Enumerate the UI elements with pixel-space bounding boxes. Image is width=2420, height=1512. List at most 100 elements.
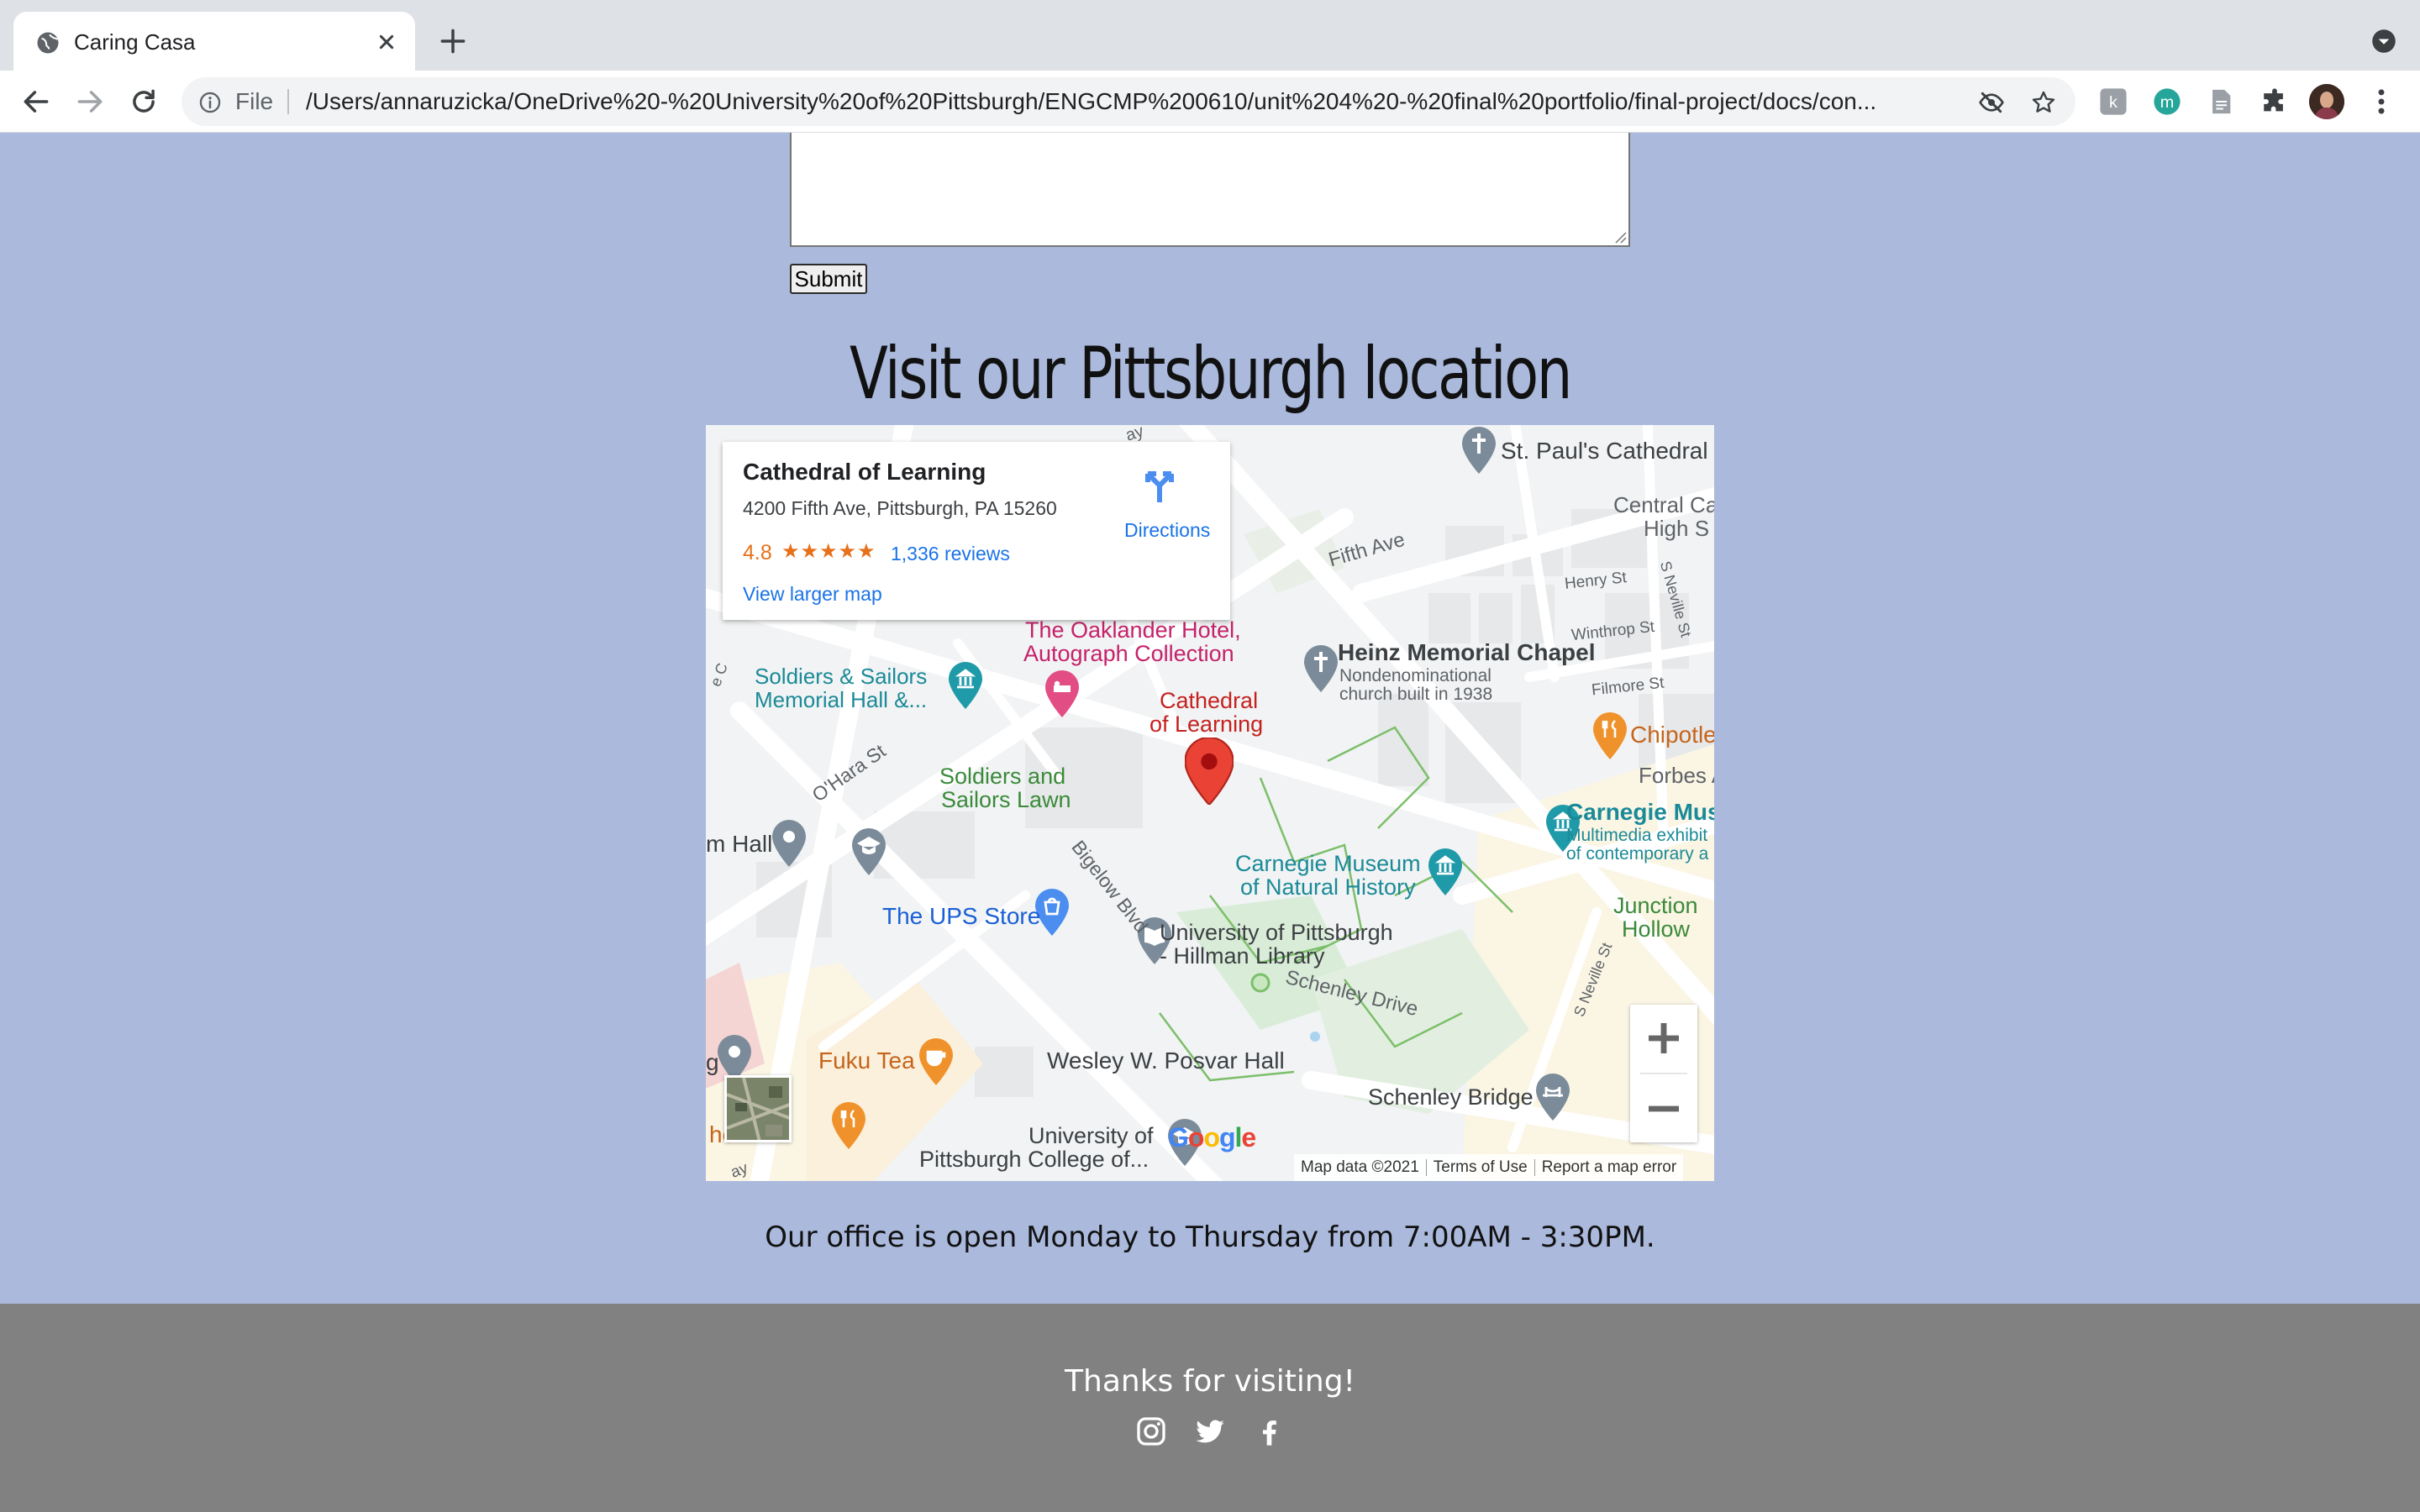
satellite-thumbnail-icon (727, 1078, 789, 1140)
tab-strip: Caring Casa (0, 0, 2420, 71)
cafe-pin-icon[interactable] (919, 1038, 953, 1085)
facebook-icon[interactable] (1252, 1415, 1286, 1448)
natural-history-pin-icon[interactable] (1428, 848, 1462, 895)
directions-link[interactable]: Directions (1124, 519, 1210, 542)
embedded-map[interactable]: St. Paul's Cathedral Central Ca High S F… (706, 425, 1714, 1181)
zoom-controls (1630, 1005, 1697, 1142)
map-label: church built in 1938 (1339, 685, 1493, 704)
bookmark-star-icon[interactable] (2030, 89, 2057, 116)
tab-search-icon[interactable] (2371, 29, 2396, 54)
globe-icon (37, 32, 59, 54)
new-tab-icon[interactable] (437, 25, 469, 57)
back-arrow-icon[interactable] (20, 86, 52, 118)
map-street-label: Forbes Av (1639, 763, 1714, 788)
google-letter: o (1187, 1122, 1205, 1152)
twitter-icon[interactable] (1193, 1415, 1227, 1448)
zoom-in-button[interactable] (1630, 1005, 1697, 1072)
address-bar[interactable]: File /Users/annaruzicka/OneDrive%20-%20U… (182, 77, 2075, 126)
zoom-divider (1640, 1073, 1687, 1074)
browser-tab[interactable]: Caring Casa (13, 12, 415, 71)
map-label: Autograph Collection (1023, 641, 1234, 666)
place-name: Cathedral of Learning (743, 459, 986, 485)
map-label: Central Ca (1613, 492, 1714, 517)
google-letter: G (1168, 1122, 1189, 1152)
map-attribution: Map data ©2021 Terms of Use Report a map e… (1294, 1154, 1684, 1181)
map-data-credit: Map data ©2021 (1301, 1158, 1419, 1176)
svg-text:k: k (2109, 93, 2118, 112)
message-textarea[interactable] (790, 133, 1630, 247)
zoom-out-button[interactable] (1630, 1075, 1697, 1142)
map-label: Heinz Memorial Chapel (1338, 639, 1596, 665)
map-label: Chipotle (1630, 722, 1714, 748)
terms-link[interactable]: Terms of Use (1427, 1158, 1534, 1176)
map-label: of Natural History (1240, 874, 1416, 900)
church-pin-icon[interactable] (1462, 427, 1496, 474)
google-letter: e (1241, 1122, 1256, 1152)
instagram-icon[interactable] (1134, 1415, 1168, 1448)
location-pin-icon[interactable] (1185, 738, 1234, 805)
map-label: Cathedral (1160, 688, 1259, 713)
report-error-link[interactable]: Report a map error (1535, 1158, 1684, 1176)
map-label: The Oaklander Hotel, (1025, 617, 1241, 643)
restaurant-pin-west-icon[interactable] (832, 1102, 865, 1149)
map-label: University of Pittsburgh (1160, 920, 1393, 945)
map-label: Hollow (1622, 916, 1691, 942)
reload-icon[interactable] (128, 86, 160, 118)
map-label: of Learning (1150, 711, 1264, 737)
map-label: Schenley Bridge (1368, 1084, 1534, 1110)
page-heading: Visit our Pittsburgh location (849, 332, 1572, 416)
forward-arrow-icon[interactable] (74, 86, 106, 118)
place-pin-icon[interactable] (772, 820, 806, 867)
google-logo: Google (1168, 1122, 1256, 1153)
extension-doc-icon[interactable] (2207, 87, 2235, 116)
place-rating: 4.8 (743, 541, 772, 564)
map-label: The UPS Store (882, 903, 1041, 929)
extension-m-icon[interactable]: m (2153, 87, 2181, 116)
info-icon[interactable] (198, 91, 222, 114)
submit-button[interactable]: Submit (790, 264, 867, 294)
school-pin-icon[interactable] (852, 828, 886, 875)
map-label: Memorial Hall &... (755, 687, 928, 712)
map-label: Fuku Tea (818, 1047, 915, 1074)
restaurant-pin-icon[interactable] (1593, 712, 1627, 759)
map-label: Carnegie Muse (1566, 799, 1714, 825)
footer-thanks: Thanks for visiting! (1065, 1364, 1355, 1399)
extensions-puzzle-icon[interactable] (2260, 87, 2289, 116)
map-label: Nondenominational (1339, 666, 1491, 685)
footer: Thanks for visiting! (0, 1304, 2420, 1512)
profile-avatar[interactable] (2309, 84, 2344, 119)
map-label: Wesley W. Posvar Hall (1047, 1047, 1285, 1074)
museum-pin-icon[interactable] (949, 662, 982, 709)
map-label: Carnegie Museum (1235, 851, 1421, 876)
bridge-pin-icon[interactable] (1536, 1074, 1570, 1121)
google-letter: o (1203, 1122, 1220, 1152)
place-info-card: Cathedral of Learning 4200 Fifth Ave, Pi… (723, 442, 1230, 620)
browser-toolbar: File /Users/annaruzicka/OneDrive%20-%20U… (0, 71, 2420, 133)
resize-grip-icon[interactable] (1612, 228, 1627, 244)
reviews-link[interactable]: 1,336 reviews (891, 543, 1010, 565)
place-address: 4200 Fifth Ave, Pittsburgh, PA 15260 (743, 497, 1057, 519)
map-label: High S (1644, 516, 1710, 541)
directions-icon[interactable] (1139, 465, 1180, 502)
view-larger-map-link[interactable]: View larger map (743, 583, 882, 606)
url-text[interactable]: /Users/annaruzicka/OneDrive%20-%20Univer… (306, 87, 1953, 116)
google-letter: g (1218, 1122, 1236, 1152)
satellite-toggle[interactable] (724, 1075, 792, 1142)
map-label: Soldiers and (939, 764, 1066, 789)
map-label: University of (1028, 1123, 1154, 1148)
map-label: g (706, 1049, 719, 1075)
map-label: Pittsburgh College of... (919, 1147, 1150, 1172)
map-label: - Hillman Library (1160, 943, 1325, 969)
chapel-pin-icon[interactable] (1304, 645, 1338, 692)
kebab-menu-icon[interactable] (2371, 86, 2391, 118)
hotel-pin-icon[interactable] (1045, 670, 1079, 717)
omnibox-separator (287, 89, 289, 114)
extension-k-icon[interactable]: k (2099, 87, 2128, 116)
close-icon[interactable] (373, 29, 400, 55)
rating-stars: ★★★★★ (781, 540, 876, 563)
map-label: of contemporary a (1566, 844, 1709, 864)
map-label: m Hall (706, 831, 773, 857)
profile-photo-icon (2309, 84, 2344, 119)
map-label: Soldiers & Sailors (755, 664, 928, 689)
eye-off-icon[interactable] (1978, 89, 2005, 116)
